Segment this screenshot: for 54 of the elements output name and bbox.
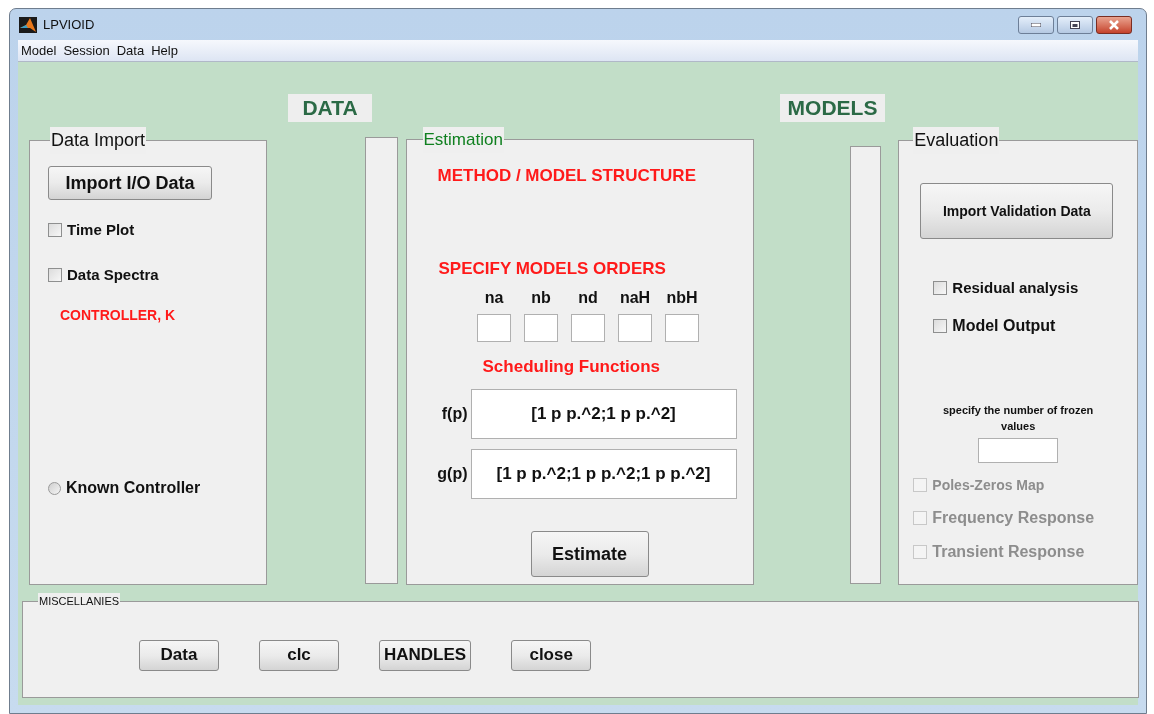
checkbox[interactable] [48,223,62,238]
order-label: nb [531,287,551,308]
import-validation-button[interactable]: Import Validation Data [920,183,1114,239]
frozen-values-field[interactable] [978,437,1059,463]
app-logo-icon [19,16,37,33]
restore-icon [1070,20,1080,29]
close-icon [1108,19,1120,30]
controller-label: CONTROLLER, K [60,306,177,325]
minimize-icon [1031,22,1041,27]
checkbox-label: Model Output [952,315,1056,336]
menu-item[interactable]: Help [151,40,178,61]
misc-button[interactable]: close [511,639,592,671]
checkbox[interactable] [933,281,948,296]
radio-button[interactable] [48,481,61,495]
misc-button[interactable]: Data [139,639,219,671]
order-label: nbH [666,287,698,308]
order-label: na [484,287,504,308]
checkbox-label: Residual analysis [952,278,1079,298]
order-field[interactable] [477,313,511,342]
order-field[interactable] [571,313,605,342]
section-header: DATA [288,94,372,122]
checkbox[interactable] [933,318,948,333]
order-label: nd [578,287,598,308]
checkbox-label: Time Plot [67,220,135,240]
misc-button[interactable]: clc [259,639,339,671]
order-field[interactable] [618,313,652,342]
menu-item[interactable]: Data [116,40,145,61]
frozen-values-label: specify the number of frozen values [941,402,1095,434]
estimate-button[interactable]: Estimate [530,531,649,577]
order-label: naH [619,287,651,308]
orders-heading: SPECIFY MODELS ORDERS [438,258,667,280]
minimize-button[interactable] [1018,15,1054,34]
checkbox-label: Data Spectra [67,264,159,285]
method-heading: METHOD / MODEL STRUCTURE [437,164,697,187]
function-field[interactable]: [1 p p.^2;1 p p.^2;1 p p.^2] [470,449,737,499]
menu-item[interactable]: Model [21,40,57,61]
checkbox-label: Poles-Zeros Map [932,475,1045,495]
radio-label: Known Controller [66,478,201,498]
order-field[interactable] [524,313,558,342]
checkbox[interactable] [48,267,62,282]
window-title: LPVIOID [43,15,95,34]
order-field[interactable] [665,313,699,342]
checkbox-label: Transient Response [932,541,1085,562]
import-data-button[interactable]: Import I/O Data [48,166,212,200]
section-header: MODELS [780,94,885,122]
close-button[interactable] [1096,15,1132,34]
scheduling-heading: Scheduling Functions [482,355,662,378]
function-field[interactable]: [1 p p.^2;1 p p.^2] [470,389,737,439]
menu-item[interactable]: Session [63,40,110,61]
checkbox-label: Frequency Response [932,507,1095,528]
misc-button[interactable]: HANDLES [379,639,472,671]
function-label: f(p) [440,404,469,424]
function-label: g(p) [436,464,469,484]
maximize-button[interactable] [1057,15,1093,34]
